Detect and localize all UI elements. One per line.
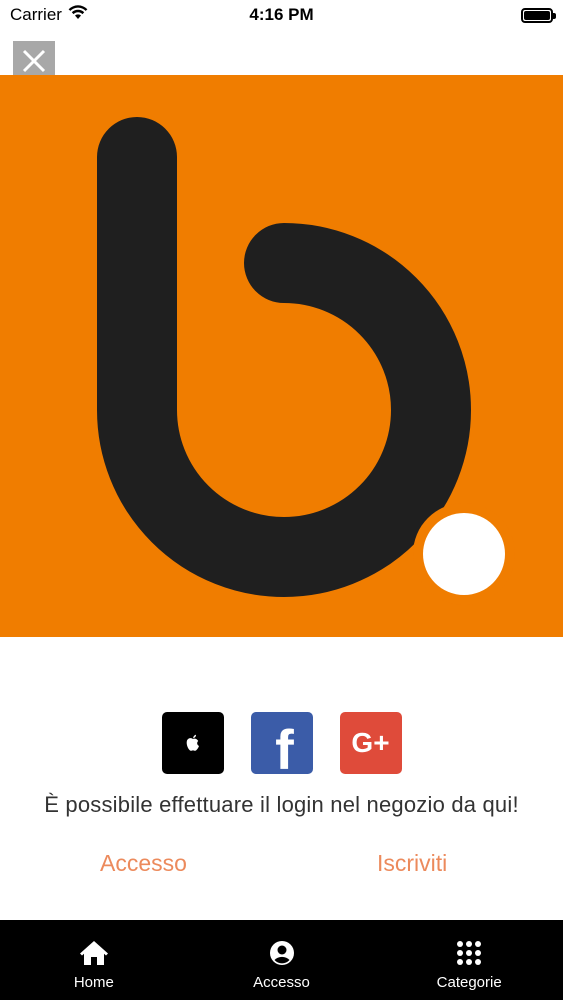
screen: Carrier 4:16 PM f G+ È possibile effettu… <box>0 0 563 1000</box>
tab-home[interactable]: Home <box>0 920 188 1000</box>
apple-login-button[interactable] <box>161 712 224 774</box>
google-plus-icon: G+ <box>351 727 390 758</box>
google-plus-login-button[interactable]: G+ <box>339 712 402 774</box>
close-icon <box>22 49 46 73</box>
logo-stroke <box>97 117 471 597</box>
tab-home-label: Home <box>73 974 114 991</box>
tab-account[interactable]: Accesso <box>188 920 376 1000</box>
logo-dot <box>423 513 505 595</box>
facebook-icon: f <box>275 718 294 781</box>
status-bar: Carrier 4:16 PM <box>0 0 563 30</box>
tab-bar: Home Accesso Categorie <box>0 920 563 1000</box>
apple-icon <box>186 734 199 751</box>
store-logo <box>97 117 515 605</box>
carrier-label: Carrier <box>10 5 62 24</box>
home-icon <box>79 938 109 968</box>
store-banner <box>0 75 563 637</box>
tab-categories[interactable]: Categorie <box>375 920 563 1000</box>
facebook-login-button[interactable]: f <box>250 712 313 781</box>
signup-link[interactable]: Iscriviti <box>377 850 447 877</box>
account-icon <box>269 938 295 968</box>
battery-level <box>524 10 550 20</box>
tab-categories-label: Categorie <box>436 974 502 991</box>
battery-icon <box>521 7 556 23</box>
tab-account-label: Accesso <box>253 974 310 991</box>
social-login-row: f G+ <box>0 712 563 781</box>
login-link[interactable]: Accesso <box>100 850 187 877</box>
status-left: Carrier <box>10 5 88 25</box>
login-message: È possibile effettuare il login nel nego… <box>44 792 519 817</box>
wifi-icon <box>68 5 88 25</box>
auth-actions: Accesso Iscriviti <box>0 850 563 880</box>
grid-icon <box>456 938 482 968</box>
